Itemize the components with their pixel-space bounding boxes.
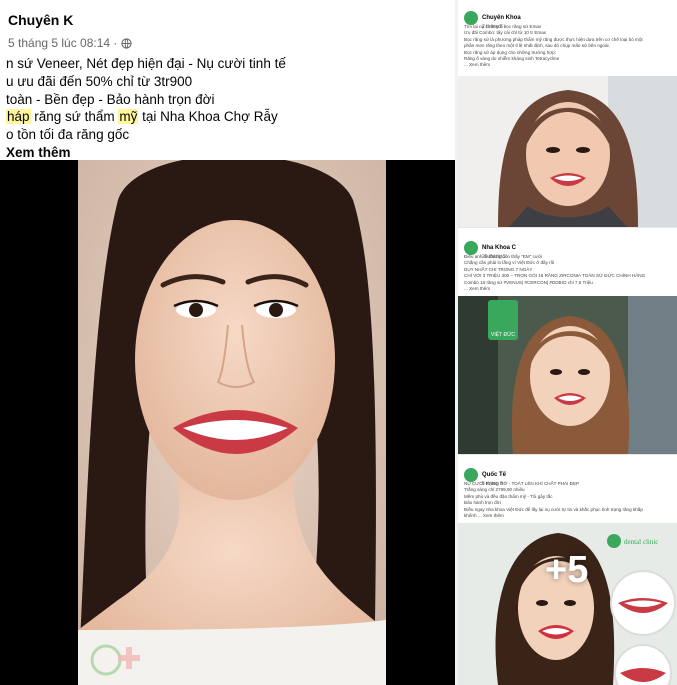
side-post-line: khểnh ... Xem thêm	[464, 512, 504, 518]
post-timestamp[interactable]: 5 tháng 5 lúc 08:14 ·	[8, 36, 117, 50]
portrait-illustration	[458, 76, 677, 227]
side-post-line: Điều ngay nha khoa Việt Đức để lấy lại n…	[464, 506, 643, 512]
side-post-photo[interactable]	[458, 76, 677, 227]
highlighted-text: háp	[6, 109, 31, 125]
side-post-line: ... Xem thêm	[464, 285, 491, 291]
side-post-line: CHỈ VỚI 3 TRIỆU 300 – TRỌN GÓI 16 RĂNG Z…	[464, 273, 646, 279]
main-post: Chuyên K 5 tháng 5 lúc 08:14 · n sứ Vene…	[0, 0, 455, 685]
side-post-photo[interactable]: VIỆT ĐỨC	[458, 296, 677, 454]
post-video[interactable]	[0, 160, 455, 685]
post-text: tại Nha Khoa Chợ Rẫy	[138, 109, 278, 125]
side-post[interactable]: Nha Khoa C 29 tháng 5 · Điều anh muốn là…	[458, 230, 677, 455]
see-more-link[interactable]: Xem thêm	[6, 145, 71, 160]
side-post-author: Nha Khoa C	[482, 245, 517, 251]
side-post-author: Chuyên Khoa	[482, 15, 521, 21]
author-name[interactable]: Chuyên K	[8, 12, 73, 28]
clinic-badge-text: dental clinic	[624, 538, 658, 546]
post-meta[interactable]: 5 tháng 5 lúc 08:14 ·	[8, 36, 133, 50]
portrait-illustration: dental clinic	[458, 523, 677, 685]
post-line: n sứ Veneer, Nét đẹp hiện đại - Nụ cười …	[6, 56, 286, 71]
side-post-text: Điều anh muốn là luôn thấy "EM" cười Chẳ…	[464, 254, 674, 292]
clinic-logo-text: VIỆT ĐỨC	[491, 330, 515, 338]
post-line: o tồn tối đa răng gốc	[6, 127, 130, 143]
highlighted-text: mỹ	[118, 109, 139, 125]
clinic-logo: VIỆT ĐỨC	[488, 300, 518, 340]
side-post-photo[interactable]: dental clinic	[458, 523, 677, 685]
post-body: n sứ Veneer, Nét đẹp hiện đại - Nụ cười …	[6, 55, 451, 162]
avatar	[464, 468, 478, 482]
more-photos-count[interactable]: +5	[545, 549, 588, 592]
post-line: háp răng sứ thẩm mỹ tại Nha Khoa Chợ Rẫy	[6, 108, 451, 126]
avatar	[464, 241, 478, 255]
portrait-illustration: VIỆT ĐỨC	[458, 296, 677, 454]
avatar	[464, 11, 478, 25]
side-post-author: Quốc Tế	[482, 472, 507, 478]
portrait-photo	[78, 160, 386, 685]
side-post[interactable]: Chuyên Khoa 2 tháng 5 · Tìm lại nụ cười …	[458, 0, 677, 228]
portrait-illustration	[78, 160, 386, 685]
post-line: toàn - Bền đẹp - Bảo hành trọn đời	[6, 91, 215, 107]
side-post-text: Tìm lại nụ cười với bọc răng sứ Emax Ưu …	[464, 24, 674, 69]
post-line: u ưu đãi đến 50% chỉ từ 3tr900	[6, 73, 193, 89]
globe-icon	[121, 37, 133, 49]
post-text: răng sứ thẩm	[30, 109, 119, 125]
side-post-text: NỤ CƯỜI RẠNG RỠ - TOÁT LÊN KHÍ CHẤT PHÁI…	[464, 481, 674, 519]
post-header: Chuyên K 5 tháng 5 lúc 08:14 ·	[8, 6, 455, 50]
side-post-line: ... Xem thêm	[464, 62, 491, 68]
